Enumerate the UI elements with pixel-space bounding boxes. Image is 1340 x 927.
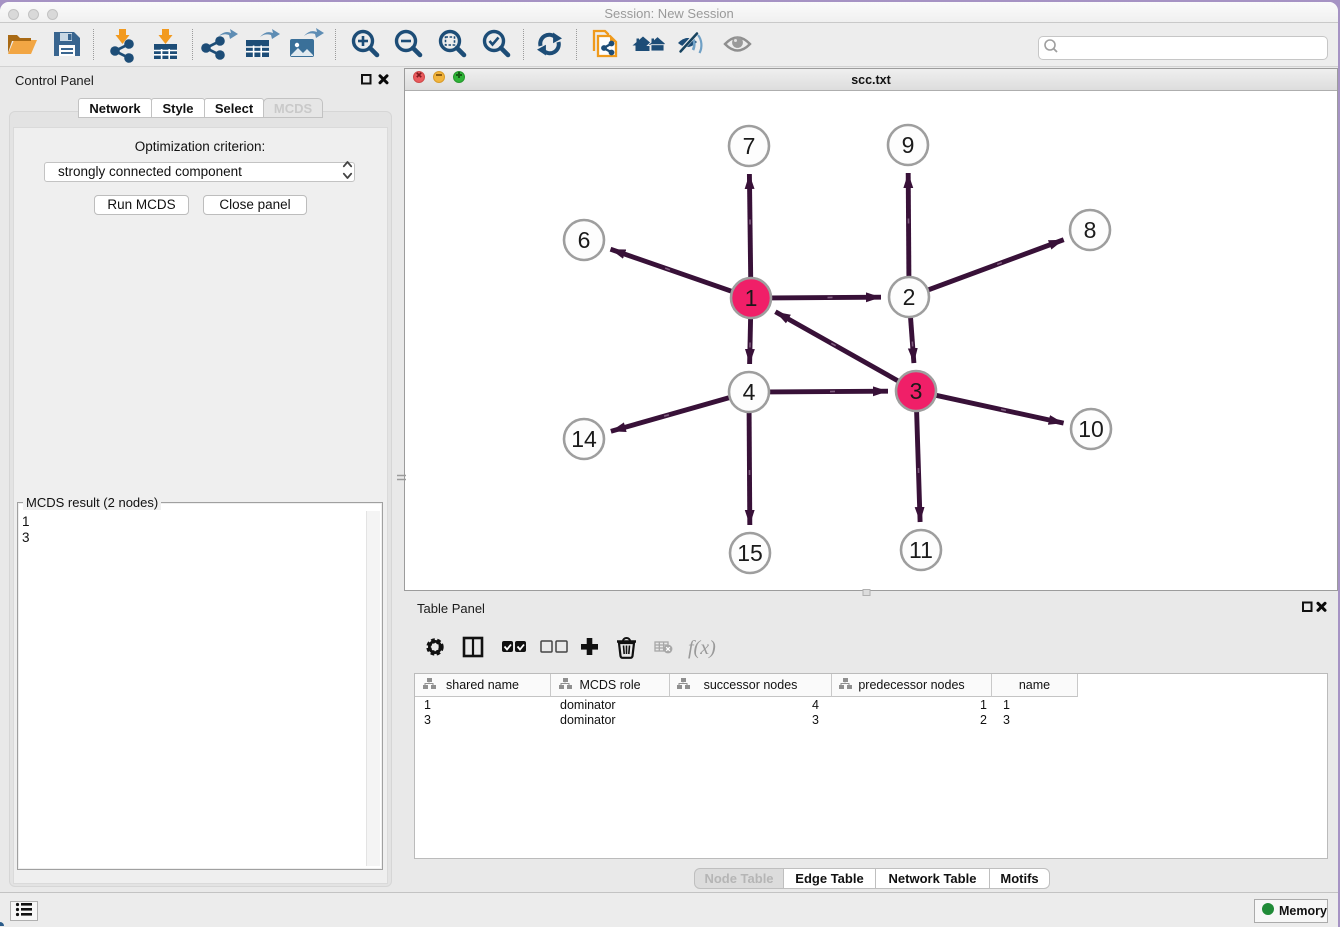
- svg-text:10: 10: [1078, 416, 1104, 442]
- svg-text:3: 3: [910, 378, 923, 404]
- svg-text:8: 8: [1084, 217, 1097, 243]
- svg-text:4: 4: [743, 379, 756, 405]
- svg-text:1: 1: [745, 285, 758, 311]
- svg-text:14: 14: [571, 426, 597, 452]
- svg-text:11: 11: [909, 537, 933, 563]
- svg-text:6: 6: [578, 227, 591, 253]
- svg-text:7: 7: [743, 133, 756, 159]
- svg-text:15: 15: [737, 540, 763, 566]
- svg-text:9: 9: [902, 132, 915, 158]
- svg-text:2: 2: [903, 284, 916, 310]
